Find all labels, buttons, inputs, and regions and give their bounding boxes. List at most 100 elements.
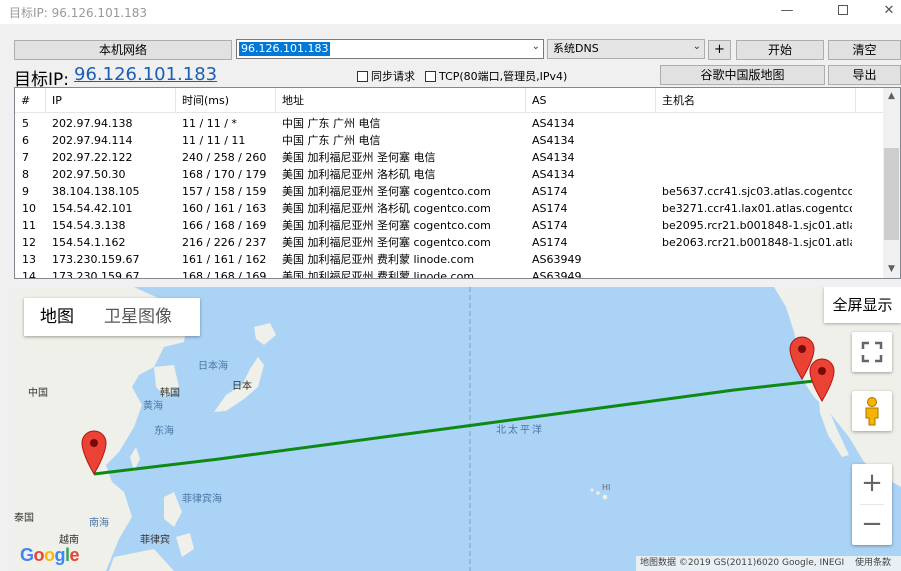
sync-request-checkbox[interactable]: 同步请求 <box>357 68 415 84</box>
column-header-address[interactable]: 地址 <box>276 88 526 113</box>
cell-address: 美国 加利福尼亚州 圣何塞 电信 <box>282 151 436 164</box>
chevron-down-icon[interactable]: ⌄ <box>532 41 540 52</box>
google-map-button[interactable]: 谷歌中国版地图 <box>660 65 825 85</box>
maximize-button[interactable] <box>820 0 866 24</box>
list-header: # IP 时间(ms) 地址 AS 主机名 <box>15 88 885 113</box>
cell-address: 美国 加利福尼亚州 圣何塞 cogentco.com <box>282 219 491 232</box>
cell-as: AS4134 <box>532 151 575 164</box>
cell-ip: 202.97.22.122 <box>52 151 133 164</box>
title-bar: 目标IP: 96.126.101.183 — ✕ <box>0 0 901 24</box>
cell-address: 美国 加利福尼亚州 费利蒙 linode.com <box>282 270 475 279</box>
street-view-pegman[interactable] <box>852 391 892 431</box>
cell-address: 中国 广东 广州 电信 <box>282 117 381 130</box>
cell-as: AS4134 <box>532 117 575 130</box>
chevron-down-icon[interactable]: ⌄ <box>693 41 701 52</box>
terms-link[interactable]: 使用条款 <box>855 558 891 568</box>
clear-button[interactable]: 清空 <box>828 40 901 60</box>
cell-address: 美国 加利福尼亚州 圣何塞 cogentco.com <box>282 236 491 249</box>
add-button[interactable]: + <box>708 40 731 60</box>
checkbox-box[interactable] <box>425 70 436 82</box>
cell-as: AS4134 <box>532 134 575 147</box>
cell-number: 13 <box>22 253 36 266</box>
table-row[interactable]: 8 202.97.50.30 168 / 170 / 179 美国 加利福尼亚州… <box>15 166 885 183</box>
dns-select[interactable]: 系统DNS ⌄ <box>547 39 705 59</box>
cell-number: 12 <box>22 236 36 249</box>
map-label-philippines: 菲律宾 <box>140 535 170 546</box>
cell-as: AS174 <box>532 219 568 232</box>
table-row[interactable]: 13 173.230.159.67 161 / 161 / 162 美国 加利福… <box>15 251 885 268</box>
column-header-number[interactable]: # <box>15 88 46 113</box>
table-row[interactable]: 9 38.104.138.105 157 / 158 / 159 美国 加利福尼… <box>15 183 885 200</box>
fullscreen-button[interactable] <box>852 332 892 372</box>
map-label-east-sea: 东海 <box>154 426 174 437</box>
map-label-thailand: 泰国 <box>14 513 34 524</box>
scroll-thumb[interactable] <box>884 148 899 240</box>
cell-address: 美国 加利福尼亚州 洛杉矶 cogentco.com <box>282 202 491 215</box>
cell-number: 8 <box>22 168 29 181</box>
zoom-out-button[interactable]: − <box>852 505 892 545</box>
cell-address: 美国 加利福尼亚州 费利蒙 linode.com <box>282 253 475 266</box>
cell-as: AS4134 <box>532 168 575 181</box>
export-button[interactable]: 导出 <box>828 65 901 85</box>
target-input[interactable]: 96.126.101.183 ⌄ <box>236 39 544 59</box>
close-button[interactable]: ✕ <box>866 0 901 24</box>
route-map[interactable]: 日本海 日本 中国 韩国 黄海 东海 北太平洋 菲律宾海 南海 越南 泰国 菲律… <box>14 287 901 571</box>
cell-ip: 154.54.42.101 <box>52 202 133 215</box>
scroll-up-icon[interactable]: ▲ <box>883 88 900 105</box>
scroll-down-icon[interactable]: ▼ <box>883 261 900 278</box>
pegman-icon <box>865 397 879 426</box>
map-label-china: 中国 <box>28 388 48 399</box>
cell-address: 中国 广东 广州 电信 <box>282 134 381 147</box>
table-row[interactable]: 5 202.97.94.138 11 / 11 / * 中国 广东 广州 电信 … <box>15 115 885 132</box>
table-row[interactable]: 7 202.97.22.122 240 / 258 / 260 美国 加利福尼亚… <box>15 149 885 166</box>
tcp-checkbox[interactable]: TCP(80端口,管理员,IPv4) <box>425 68 567 84</box>
cell-ip: 202.97.50.30 <box>52 168 126 181</box>
cell-time: 168 / 168 / 169 <box>182 270 267 279</box>
map-type-satellite-button[interactable]: 卫星图像 <box>90 298 188 336</box>
map-label-vietnam: 越南 <box>59 535 79 546</box>
table-row[interactable]: 6 202.97.94.114 11 / 11 / 11 中国 广东 广州 电信… <box>15 132 885 149</box>
map-label-hawaii: HI <box>602 483 611 492</box>
cell-address: 美国 加利福尼亚州 圣何塞 cogentco.com <box>282 185 491 198</box>
start-button[interactable]: 开始 <box>736 40 824 60</box>
checkbox-box[interactable] <box>357 70 368 82</box>
map-label-japan-sea: 日本海 <box>198 361 228 372</box>
zoom-control: + − <box>852 464 892 545</box>
local-network-button[interactable]: 本机网络 <box>14 40 232 60</box>
hop-list[interactable]: # IP 时间(ms) 地址 AS 主机名 5 202.97.94.138 11… <box>14 87 901 279</box>
column-header-hostname[interactable]: 主机名 <box>656 88 856 113</box>
minimize-button[interactable]: — <box>764 0 810 24</box>
cell-as: AS63949 <box>532 270 582 279</box>
cell-time: 161 / 161 / 162 <box>182 253 267 266</box>
column-header-time[interactable]: 时间(ms) <box>176 88 276 113</box>
attribution-text: 地图数据 ©2019 GS(2011)6020 Google, INEGI <box>640 558 845 568</box>
table-row[interactable]: 10 154.54.42.101 160 / 161 / 163 美国 加利福尼… <box>15 200 885 217</box>
cell-time: 160 / 161 / 163 <box>182 202 267 215</box>
zoom-in-button[interactable]: + <box>852 464 892 504</box>
table-row[interactable]: 12 154.54.1.162 216 / 226 / 237 美国 加利福尼亚… <box>15 234 885 251</box>
table-row[interactable]: 11 154.54.3.138 166 / 168 / 169 美国 加利福尼亚… <box>15 217 885 234</box>
cell-ip: 202.97.94.138 <box>52 117 133 130</box>
cell-ip: 154.54.3.138 <box>52 219 126 232</box>
cell-number: 9 <box>22 185 29 198</box>
google-logo: Google <box>20 545 80 565</box>
cell-time: 157 / 158 / 159 <box>182 185 267 198</box>
list-scrollbar[interactable]: ▲ ▼ <box>883 88 900 278</box>
map-type-map-button[interactable]: 地图 <box>24 298 90 336</box>
cell-ip: 173.230.159.67 <box>52 270 140 279</box>
map-label-yellow-sea: 黄海 <box>143 401 163 412</box>
fullscreen-text-button[interactable]: 全屏显示 <box>824 287 901 323</box>
tcp-label: TCP(80端口,管理员,IPv4) <box>439 70 568 83</box>
column-header-as[interactable]: AS <box>526 88 656 113</box>
cell-number: 7 <box>22 151 29 164</box>
target-ip-link[interactable]: 96.126.101.183 <box>74 64 217 85</box>
table-row[interactable]: 14 173.230.159.67 168 / 168 / 169 美国 加利福… <box>15 268 885 279</box>
map-label-south-sea: 南海 <box>89 518 109 529</box>
cell-as: AS174 <box>532 185 568 198</box>
cell-ip: 202.97.94.114 <box>52 134 133 147</box>
column-header-ip[interactable]: IP <box>46 88 176 113</box>
map-type-control: 地图 卫星图像 <box>24 298 200 336</box>
map-label-north-pacific: 北太平洋 <box>496 425 544 436</box>
window-title: 目标IP: 96.126.101.183 <box>9 6 148 20</box>
sync-request-label: 同步请求 <box>371 70 415 83</box>
